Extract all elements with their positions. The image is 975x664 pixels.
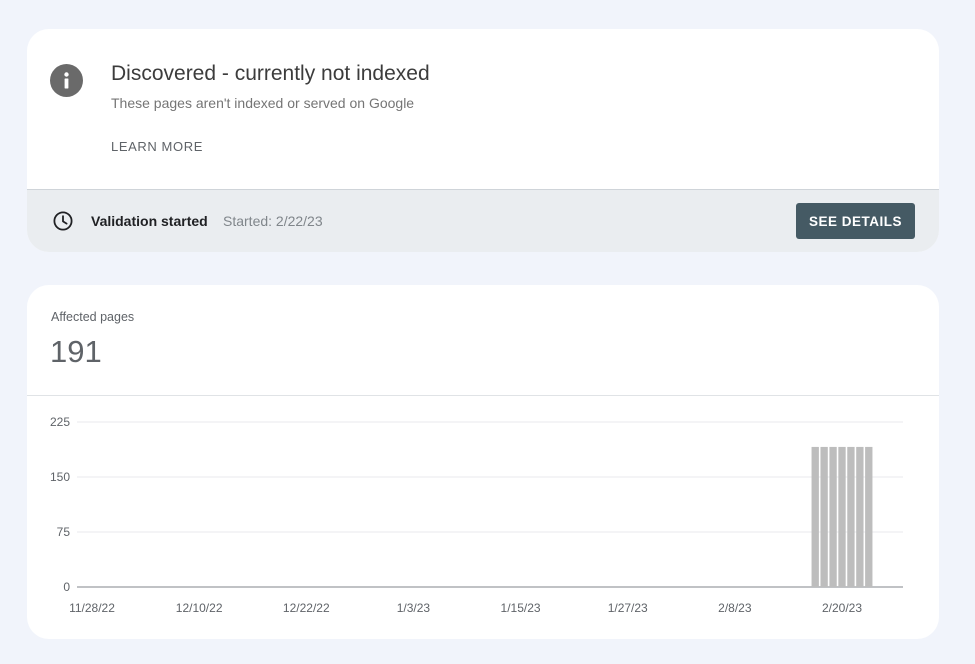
metric-value: 191	[50, 334, 102, 369]
metric-label: Affected pages	[51, 310, 135, 324]
validation-started-date: Started: 2/22/23	[223, 213, 323, 229]
bar-2-20-23[interactable]	[838, 446, 846, 587]
y-tick-label: 150	[50, 470, 70, 484]
x-tick-label: 12/22/22	[283, 601, 330, 615]
clock-icon	[52, 210, 74, 232]
x-tick-label: 11/28/22	[69, 601, 115, 615]
info-icon	[50, 64, 83, 97]
learn-more-link[interactable]: LEARN MORE	[111, 139, 203, 154]
see-details-button[interactable]: SEE DETAILS	[796, 203, 915, 239]
x-tick-label: 12/10/22	[176, 601, 223, 615]
issue-subtitle: These pages aren't indexed or served on …	[111, 95, 415, 111]
affected-pages-card: Affected pages 191 0 75 150 225 11/28/22 12/1…	[27, 285, 939, 639]
bar-2-22-23[interactable]	[856, 446, 864, 587]
bar-2-21-23[interactable]	[847, 446, 855, 587]
x-tick-label: 2/20/23	[822, 601, 862, 615]
validation-status: Validation started	[91, 213, 208, 229]
bar-2-19-23[interactable]	[829, 446, 837, 587]
x-tick-label: 1/15/23	[501, 601, 541, 615]
bar-2-23-23[interactable]	[865, 446, 873, 587]
x-tick-label: 1/27/23	[608, 601, 648, 615]
y-tick-label: 0	[63, 580, 70, 594]
affected-pages-chart: 0 75 150 225 11/28/22 12/10/22 12/22/22 1/3/23 1…	[50, 415, 903, 615]
y-tick-label: 75	[57, 525, 71, 539]
x-tick-label: 1/3/23	[397, 601, 431, 615]
x-tick-label: 2/8/23	[718, 601, 752, 615]
issue-card: Discovered - currently not indexed These…	[27, 29, 939, 252]
y-tick-label: 225	[50, 415, 70, 429]
bar-2-18-23[interactable]	[820, 446, 828, 587]
bar-2-17-23[interactable]	[811, 446, 819, 587]
issue-title: Discovered - currently not indexed	[111, 62, 430, 85]
validation-bar: Validation started Started: 2/22/23 SEE …	[27, 189, 939, 252]
